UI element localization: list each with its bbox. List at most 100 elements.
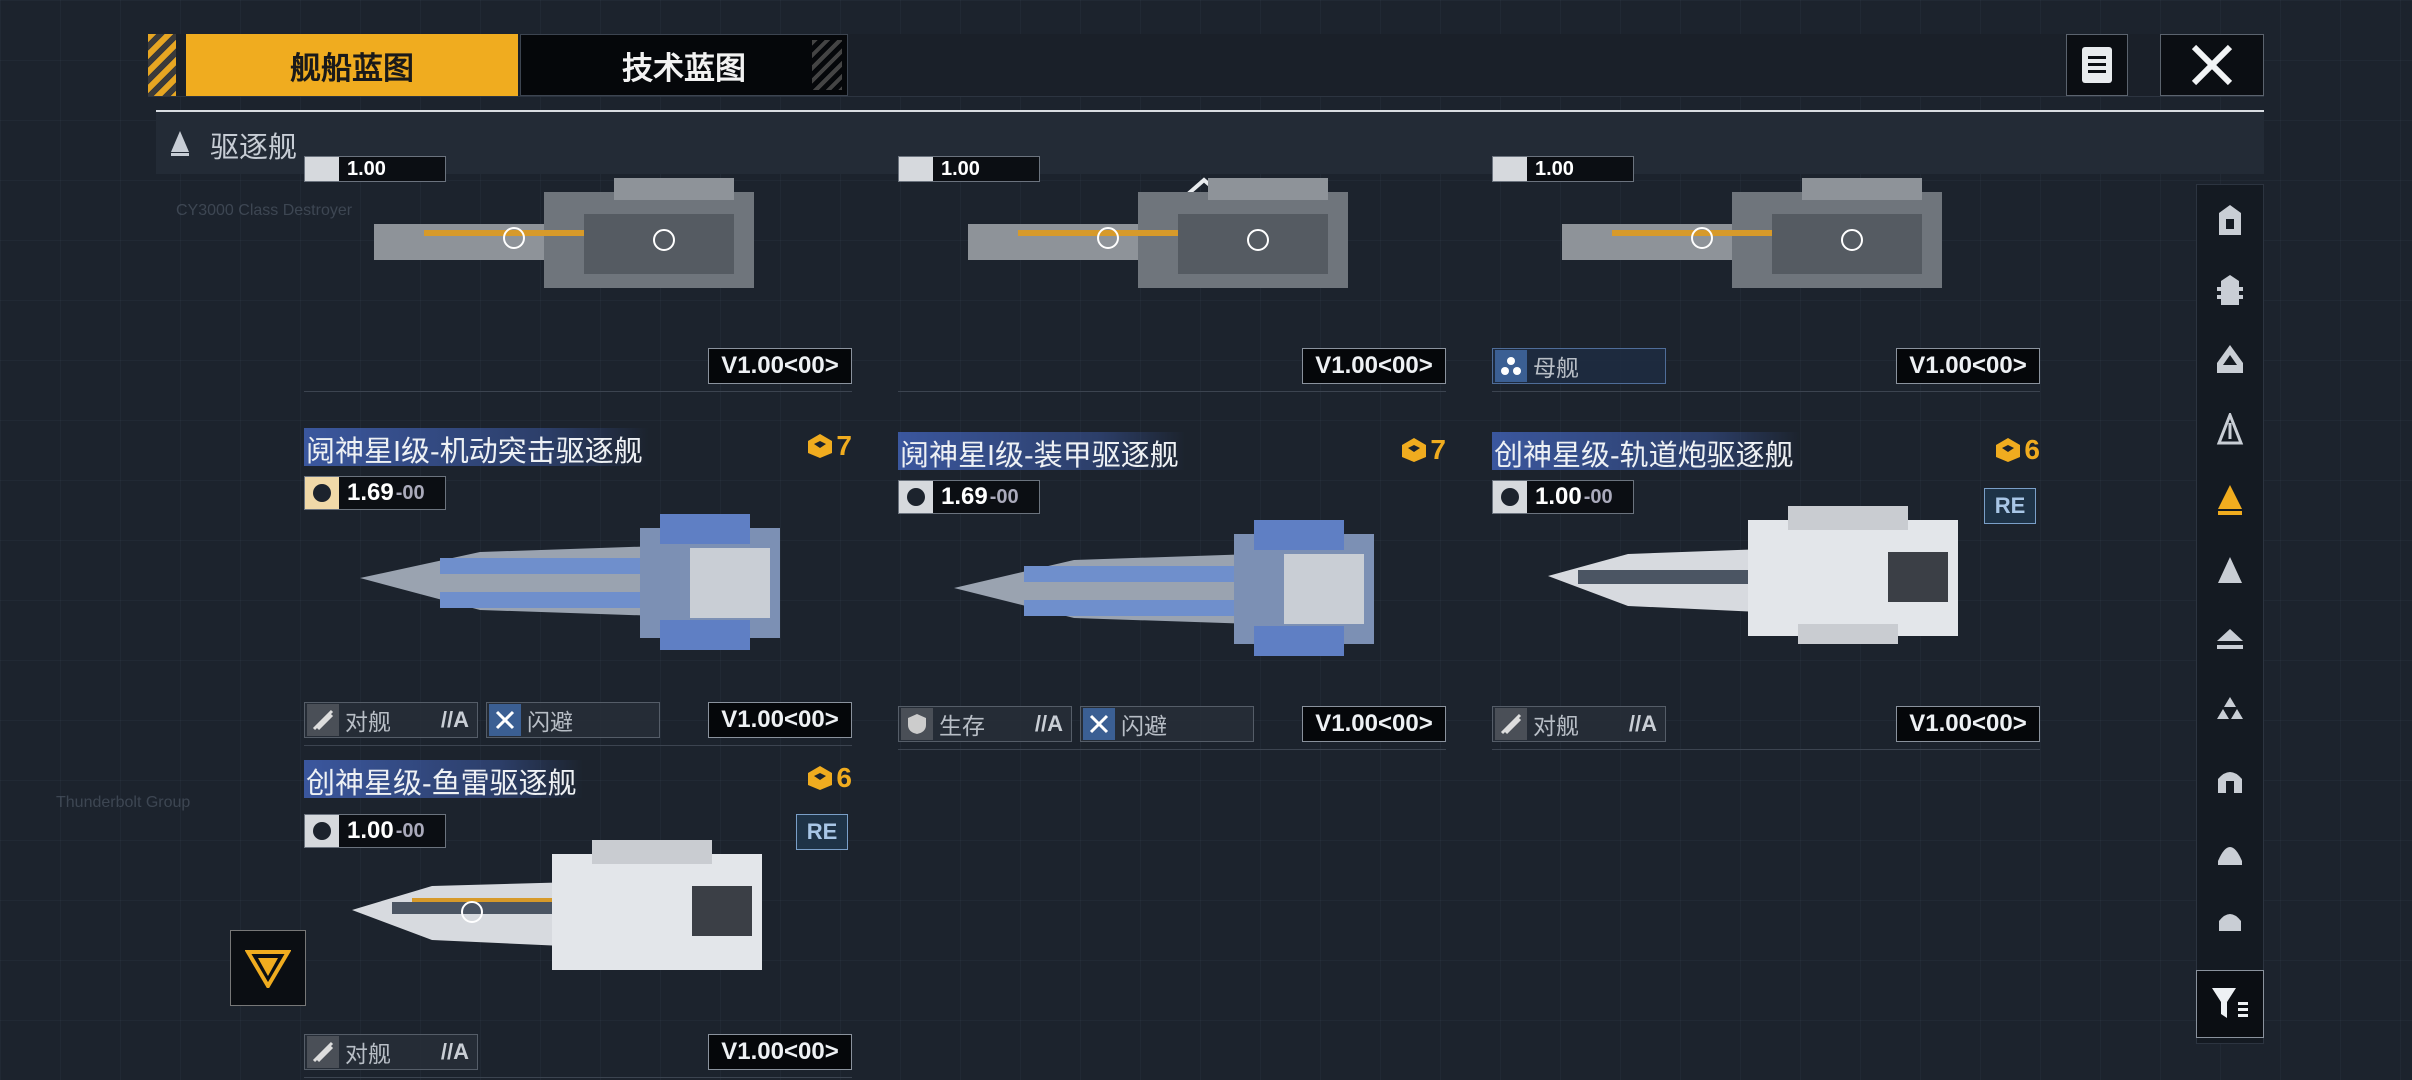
rank-icon (808, 766, 833, 790)
version-label: V1.00<00> (1302, 706, 1446, 742)
tag-grade: //A (440, 1039, 469, 1064)
rank-badge: 7 (806, 430, 852, 462)
cost-icon (1493, 157, 1527, 181)
cost-sub: -00 (989, 485, 1019, 508)
ship-image (1548, 506, 1958, 644)
ship-card-top-2[interactable]: 1.00 V1.00<00> (898, 156, 1446, 392)
card-baseline (304, 391, 852, 392)
cost-badge: 1.69 -00 (304, 476, 446, 510)
ship-card-top-3[interactable]: 1.00 母舰 V1.00<00> (1492, 156, 2040, 392)
cost-value: 1.69 (941, 483, 988, 510)
re-badge: RE (1984, 488, 2036, 524)
triangle-down-icon (245, 950, 291, 988)
class-filter-item[interactable] (2197, 185, 2263, 255)
class-filter-item[interactable] (2197, 675, 2263, 745)
ship-card[interactable]: 创神星级-鱼雷驱逐舰 6 1.00 -00 RE 对舰 //A V1.00<00… (304, 760, 852, 1078)
ship-card[interactable]: 阋神星I级-装甲驱逐舰 7 1.69 -00 生存 //A 闪避 V1.00<0… (898, 432, 1446, 750)
ship-card[interactable]: 阋神星I级-机动突击驱逐舰 7 1.69 -00 对舰 //A 闪避 V1.00… (304, 428, 852, 746)
tag-list: 对舰 //A (1492, 706, 1666, 742)
ship-name: 创神星级-轨道炮驱逐舰 (1492, 432, 1800, 472)
tag-label: 对舰 (1533, 713, 1579, 739)
re-badge: RE (796, 814, 848, 850)
rank-value: 6 (2024, 434, 2040, 465)
tab-edge-decoration (812, 40, 842, 90)
document-list-icon (2082, 47, 2112, 83)
tag-label: 母舰 (1533, 355, 1579, 381)
rank-value: 6 (836, 762, 852, 793)
anti-ship-icon (307, 704, 339, 736)
tag-label: 闪避 (527, 709, 573, 735)
card-baseline (304, 1077, 852, 1078)
class-filter-item[interactable] (2197, 605, 2263, 675)
tag-grade: //A (440, 707, 469, 732)
ship-name: 阋神星I级-机动突击驱逐舰 (304, 428, 649, 468)
version-label: V1.00<00> (708, 348, 852, 384)
tag-evasion: 闪避 (1080, 706, 1254, 742)
tag-grade: //A (1628, 711, 1657, 736)
class-filter-item[interactable] (2197, 255, 2263, 325)
cost-value: 1.69 (347, 479, 394, 506)
class-filter-item[interactable] (2197, 885, 2263, 955)
rank-badge: 6 (806, 762, 852, 794)
class-filter-item[interactable] (2197, 745, 2263, 815)
utility-class-icon (2218, 847, 2242, 865)
card-baseline (898, 749, 1446, 750)
tag-list: 对舰 //A (304, 1034, 478, 1070)
tag-anti-ship: 对舰 //A (304, 1034, 478, 1070)
tab-ship-label: 舰船蓝图 (290, 50, 414, 86)
rank-value: 7 (836, 430, 852, 461)
frigate-class-icon (2216, 413, 2244, 445)
close-button[interactable] (2160, 34, 2264, 96)
tag-list: 对舰 //A 闪避 (304, 702, 660, 738)
aircraft-class-icon (2217, 629, 2243, 649)
ship-image (968, 178, 1348, 288)
cost-icon (899, 481, 933, 513)
ship-name: 创神星级-鱼雷驱逐舰 (304, 760, 583, 800)
destroyer-class-icon (171, 131, 189, 156)
tag-list: 生存 //A 闪避 (898, 706, 1254, 742)
bg-text: Thunderbolt Group (56, 794, 191, 811)
evasion-icon (489, 704, 521, 736)
rank-badge: 7 (1400, 434, 1446, 466)
ship-image (352, 840, 762, 970)
mothership-icon (1495, 350, 1527, 382)
cost-icon (305, 157, 339, 181)
tab-tech-blueprint[interactable]: 技术蓝图 (520, 34, 848, 96)
fighter-squadron-icon (2217, 697, 2243, 719)
destroyer-class-icon (2218, 485, 2242, 515)
ship-name: 阋神星I级-装甲驱逐舰 (898, 432, 1185, 472)
tab-tech-label: 技术蓝图 (622, 50, 746, 86)
anti-ship-icon (307, 1036, 339, 1068)
rank-badge: 6 (1994, 434, 2040, 466)
ship-card-top-1[interactable]: 1.00 V1.00<00> (304, 156, 852, 392)
ship-card[interactable]: 创神星级-轨道炮驱逐舰 6 1.00 -00 RE 对舰 //A V1.00<0… (1492, 432, 2040, 750)
version-label: V1.00<00> (708, 1034, 852, 1070)
rank-icon (1996, 438, 2021, 462)
cost-icon (899, 157, 933, 181)
list-button[interactable] (2066, 34, 2128, 96)
tag-label: 闪避 (1121, 713, 1167, 739)
tab-ship-blueprint[interactable]: 舰船蓝图 (186, 34, 518, 96)
tag-label: 对舰 (345, 1041, 391, 1067)
cost-icon (305, 477, 339, 509)
class-filter-item[interactable] (2197, 815, 2263, 885)
station-class-icon (2218, 772, 2242, 793)
filter-icon (2212, 988, 2248, 1018)
quick-menu-button[interactable] (230, 930, 306, 1006)
version-label: V1.00<00> (708, 702, 852, 738)
class-filter-item[interactable] (2197, 535, 2263, 605)
tag-grade: //A (1034, 711, 1063, 736)
class-filter-item-selected[interactable] (2197, 465, 2263, 535)
class-filter-item[interactable] (2197, 395, 2263, 465)
anti-ship-icon (1495, 708, 1527, 740)
cost-sub: -00 (395, 481, 425, 504)
corvette-class-icon (2218, 557, 2242, 583)
filter-button[interactable] (2196, 970, 2264, 1038)
support-class-icon (2219, 914, 2241, 931)
rank-icon (1402, 438, 1427, 462)
class-filter-item[interactable] (2197, 325, 2263, 395)
tag-list: 母舰 (1492, 348, 1666, 384)
shield-icon (901, 708, 933, 740)
tag-label: 对舰 (345, 709, 391, 735)
evasion-icon (1083, 708, 1115, 740)
